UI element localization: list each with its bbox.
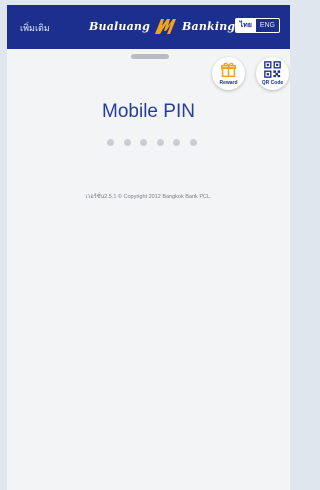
reward-label: Reward: [219, 80, 238, 86]
reward-button[interactable]: Reward: [212, 57, 245, 90]
logo-text-right: Banking: [182, 19, 236, 33]
logo-text-left: Bualuang: [89, 19, 151, 33]
pin-dot: [140, 139, 148, 146]
lang-english-option[interactable]: ENG: [256, 19, 279, 32]
pin-indicator: [107, 139, 197, 147]
device-frame: เพิ่มเติม Bualuang Banking ไทย ENG Rewar…: [0, 0, 297, 490]
pin-dot: [156, 139, 164, 146]
more-menu-button[interactable]: เพิ่มเติม: [20, 21, 50, 35]
pin-dot: [123, 139, 131, 146]
bualuang-logo: Bualuang Banking: [89, 16, 235, 36]
qr-code-icon: [264, 61, 281, 78]
app-screen: เพิ่มเติม Bualuang Banking ไทย ENG Rewar…: [7, 5, 290, 490]
pin-dot: [173, 139, 181, 146]
version-copyright-text: เวอร์ชั่น2.5.1 © Copyright 2012 Bangkok …: [85, 194, 212, 200]
mobile-pin-title: Mobile PIN: [102, 101, 195, 122]
gift-icon: [220, 62, 237, 78]
pin-dot: [189, 139, 197, 146]
qr-code-label: QR Code: [261, 80, 284, 86]
pull-handle[interactable]: [131, 54, 169, 59]
pin-dot: [107, 139, 114, 146]
language-toggle[interactable]: ไทย ENG: [234, 18, 280, 33]
lang-thai-option[interactable]: ไทย: [235, 19, 256, 32]
top-bar: เพิ่มเติม Bualuang Banking ไทย ENG: [7, 5, 290, 49]
logo-m-icon: [155, 19, 177, 34]
qr-code-button[interactable]: QR Code: [256, 57, 289, 90]
